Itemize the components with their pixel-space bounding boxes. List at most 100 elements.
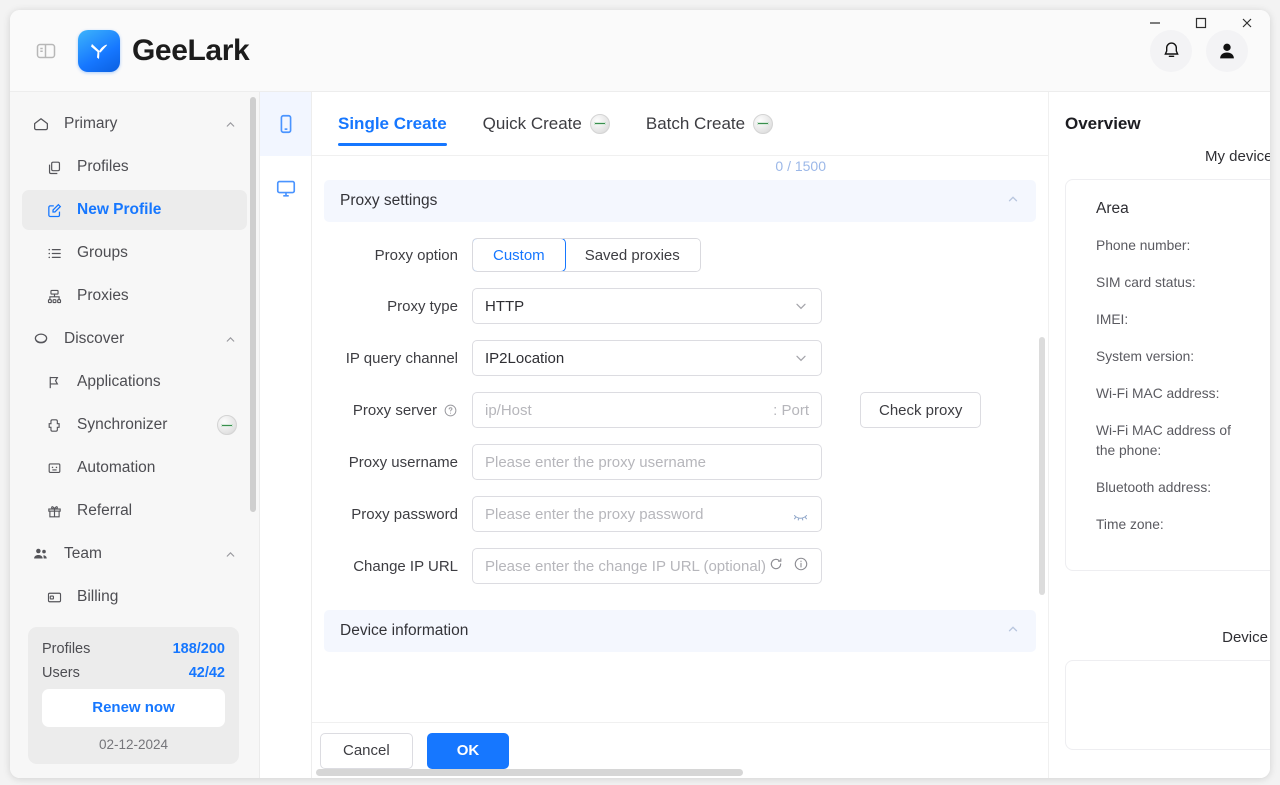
sidebar-item-label: Referral	[77, 502, 133, 519]
chevron-up-icon[interactable]	[1006, 192, 1020, 211]
sidebar-item-profiles[interactable]: Profiles	[22, 147, 247, 187]
chevron-down-icon	[793, 350, 809, 366]
chevron-down-icon	[793, 298, 809, 314]
phone-device-icon[interactable]	[260, 92, 311, 156]
form-row-proxy-username: Proxy username Please enter the proxy us…	[312, 444, 1048, 480]
renew-now-button[interactable]: Renew now	[42, 689, 225, 727]
sidebar-item-applications[interactable]: Applications	[22, 362, 247, 402]
overview-title: Overview	[1065, 114, 1141, 133]
ok-button[interactable]: OK	[426, 732, 510, 769]
usage-row-users: Users 42/42	[42, 665, 225, 681]
applications-icon	[46, 374, 68, 391]
sidebar-item-automation[interactable]: Automation	[22, 448, 247, 488]
proxy-server-input[interactable]: ip/Host : Port	[472, 392, 822, 428]
usage-row-profiles: Profiles 188/200	[42, 641, 225, 657]
usage-users-value: 42/42	[188, 665, 225, 681]
device-information-section-header[interactable]: Device information	[324, 610, 1036, 652]
close-button[interactable]	[1224, 10, 1270, 43]
chevron-up-icon[interactable]	[1006, 622, 1020, 641]
section-title: Device information	[340, 622, 469, 639]
form-row-change-ip-url: Change IP URL Please enter the change IP…	[312, 548, 1048, 584]
change-ip-url-input[interactable]: Please enter the change IP URL (optional…	[472, 548, 822, 584]
sidebar-group-label: Discover	[64, 330, 125, 347]
proxy-settings-section-header[interactable]: Proxy settings	[324, 180, 1036, 222]
proxy-option-custom[interactable]: Custom	[472, 239, 566, 271]
sidebar-group-discover[interactable]: Discover	[22, 319, 247, 359]
tab-label: Single Create	[338, 113, 447, 133]
gift-icon	[46, 503, 68, 520]
sidebar-group-primary[interactable]: Primary	[22, 104, 247, 144]
overview-field: Time zone:	[1096, 517, 1164, 532]
list-icon	[46, 245, 68, 262]
device-charge-label: Device charge	[1222, 629, 1270, 646]
synchronizer-toggle[interactable]	[217, 415, 237, 435]
proxy-password-input[interactable]: Please enter the proxy password	[472, 496, 822, 532]
panel-toggle-icon[interactable]	[32, 37, 60, 65]
maximize-button[interactable]	[1178, 10, 1224, 43]
proxy-username-input[interactable]: Please enter the proxy username	[472, 444, 822, 480]
info-circle-icon[interactable]	[793, 556, 809, 576]
tab-quick-create[interactable]: Quick Create	[483, 92, 610, 156]
proxy-type-select[interactable]: HTTP	[472, 288, 822, 324]
proxy-option-label: Proxy option	[374, 246, 458, 264]
proxy-server-label-text: Proxy server	[352, 401, 437, 419]
automation-icon	[46, 460, 68, 477]
ip-query-channel-select[interactable]: IP2Location	[472, 340, 822, 376]
usage-profiles-value: 188/200	[172, 641, 225, 657]
sidebar-item-groups[interactable]: Groups	[22, 233, 247, 273]
overview-field: SIM card status:	[1096, 275, 1196, 290]
profiles-icon	[46, 159, 68, 176]
quick-create-toggle[interactable]	[589, 113, 610, 134]
form-vertical-scrollbar[interactable]	[1039, 337, 1045, 595]
horizontal-scrollbar-thumb[interactable]	[316, 769, 743, 776]
tab-single-create[interactable]: Single Create	[338, 92, 447, 156]
check-proxy-button[interactable]: Check proxy	[860, 392, 982, 428]
sidebar-group-team[interactable]: Team	[22, 534, 247, 574]
sidebar-item-proxies[interactable]: Proxies	[22, 276, 247, 316]
chevron-up-icon	[224, 333, 237, 346]
sidebar-group-label: Team	[64, 545, 102, 562]
overview-field: IMEI:	[1096, 312, 1129, 327]
proxy-server-host-placeholder: ip/Host	[485, 401, 532, 419]
form-row-proxy-server: Proxy server ip/Host : Port Check proxy	[312, 392, 1048, 428]
proxy-username-label: Proxy username	[348, 453, 458, 471]
usage-card: Profiles 188/200 Users 42/42 Renew now 0…	[28, 627, 239, 764]
tab-batch-create[interactable]: Batch Create	[645, 92, 774, 156]
proxy-type-value: HTTP	[485, 297, 525, 315]
desktop-device-icon[interactable]	[260, 156, 311, 220]
device-type-rail	[260, 92, 312, 778]
app-header: GeeLark	[10, 10, 1270, 92]
sidebar-item-label: Profiles	[77, 158, 129, 175]
refresh-icon[interactable]	[768, 556, 784, 576]
eye-off-icon[interactable]	[792, 506, 809, 523]
overview-field: System version:	[1096, 349, 1195, 364]
horizontal-scrollbar[interactable]	[312, 769, 1048, 776]
sidebar-scrollbar[interactable]	[250, 97, 256, 512]
proxy-password-label: Proxy password	[351, 505, 458, 523]
batch-create-toggle[interactable]	[753, 113, 774, 134]
cancel-button[interactable]: Cancel	[320, 732, 413, 769]
proxy-option-saved-proxies[interactable]: Saved proxies	[564, 239, 700, 271]
sidebar-item-label: Groups	[77, 244, 128, 261]
minimize-button[interactable]	[1132, 10, 1178, 43]
sidebar-item-new-profile[interactable]: New Profile	[22, 190, 247, 230]
sidebar-item-label: New Profile	[77, 201, 162, 218]
brand-name: GeeLark	[132, 33, 250, 67]
tab-label: Quick Create	[482, 113, 582, 133]
usage-users-label: Users	[42, 665, 80, 681]
sidebar-item-billing[interactable]: Billing	[22, 577, 247, 617]
device-charge-card	[1065, 660, 1270, 750]
window-controls	[1120, 10, 1270, 46]
sidebar-item-referral[interactable]: Referral	[22, 491, 247, 531]
sidebar-group-label: Primary	[64, 115, 118, 132]
billing-card-icon	[46, 589, 68, 606]
tab-label: Batch Create	[645, 113, 746, 133]
edit-square-icon	[46, 202, 68, 219]
overview-panel: Overview My devices Area Phone number: S…	[1048, 92, 1270, 778]
question-circle-icon[interactable]	[443, 403, 458, 418]
overview-field: Bluetooth address:	[1096, 480, 1212, 495]
main-content: Single Create Quick Create Batch Create …	[312, 92, 1048, 778]
app-window: GeeLark Primary Profiles New Profile Gro…	[10, 10, 1270, 778]
sidebar-item-synchronizer[interactable]: Synchronizer	[22, 405, 247, 445]
proxy-password-placeholder: Please enter the proxy password	[485, 505, 704, 523]
